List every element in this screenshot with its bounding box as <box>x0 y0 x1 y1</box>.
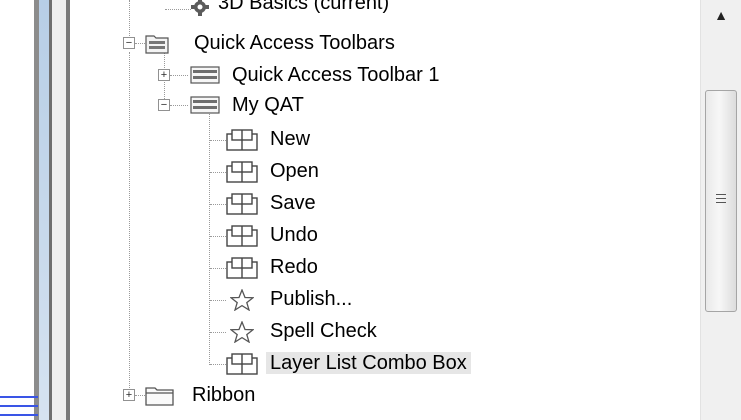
expand-toggle[interactable]: + <box>123 389 135 401</box>
tree-line <box>210 236 226 237</box>
command-icon <box>226 129 258 151</box>
tree-line <box>210 300 226 301</box>
tree-item-label-selected[interactable]: Layer List Combo Box <box>266 352 471 374</box>
vertical-scrollbar[interactable]: ▲ <box>700 0 741 420</box>
tree-item-label[interactable]: Redo <box>270 256 318 278</box>
tree-line <box>210 172 226 173</box>
tree-item-label[interactable]: Quick Access Toolbar 1 <box>232 64 440 86</box>
tree-line <box>210 332 226 333</box>
tree-item-label[interactable]: New <box>270 128 310 150</box>
toolbar-icon <box>190 96 220 114</box>
tree-line <box>210 268 226 269</box>
star-icon <box>230 321 254 343</box>
toolbar-icon <box>190 66 220 84</box>
command-icon <box>226 161 258 183</box>
gear-workspace-icon <box>191 0 209 16</box>
command-icon <box>226 193 258 215</box>
collapse-toggle[interactable]: − <box>158 99 170 111</box>
left-marker-line <box>0 396 38 398</box>
tree-line <box>210 204 226 205</box>
customization-tree[interactable]: 3D Basics (current) − Quick Access Toolb… <box>70 0 700 420</box>
tree-item-label[interactable]: Undo <box>270 224 318 246</box>
toolbar-folder-icon <box>145 35 169 54</box>
tree-item-label[interactable]: 3D Basics (current) <box>218 0 389 14</box>
tree-line <box>210 364 226 365</box>
tree-line <box>209 112 210 365</box>
splitter-handle[interactable] <box>52 0 66 420</box>
command-icon <box>226 225 258 247</box>
tree-line <box>164 82 165 99</box>
folder-icon <box>145 387 174 406</box>
tree-line <box>135 395 145 396</box>
command-icon <box>226 257 258 279</box>
tree-item-label[interactable]: Save <box>270 192 316 214</box>
tree-item-label[interactable]: Ribbon <box>192 384 255 406</box>
tree-item-label[interactable]: Spell Check <box>270 320 377 342</box>
tree-item-label[interactable]: Open <box>270 160 319 182</box>
collapse-toggle[interactable]: − <box>123 37 135 49</box>
tree-line <box>170 105 188 106</box>
tree-line <box>129 52 130 390</box>
left-marker-line <box>0 405 38 407</box>
tree-line <box>170 75 188 76</box>
scroll-up-arrow-icon[interactable]: ▲ <box>711 8 731 22</box>
tree-line <box>135 43 145 44</box>
command-icon <box>226 353 258 375</box>
tree-item-label[interactable]: Quick Access Toolbars <box>194 32 395 54</box>
left-pane-background <box>0 0 34 420</box>
tree-line <box>210 140 226 141</box>
tree-item-label[interactable]: My QAT <box>232 94 304 116</box>
scroll-thumb[interactable] <box>705 90 737 312</box>
grip-lines-icon <box>716 194 726 206</box>
left-pane-scroll-track[interactable] <box>39 0 49 420</box>
tree-item-label[interactable]: Publish... <box>270 288 352 310</box>
expand-toggle[interactable]: + <box>158 69 170 81</box>
star-icon <box>230 289 254 311</box>
left-marker-line <box>0 414 38 416</box>
customize-ui-panel: 3D Basics (current) − Quick Access Toolb… <box>0 0 741 420</box>
